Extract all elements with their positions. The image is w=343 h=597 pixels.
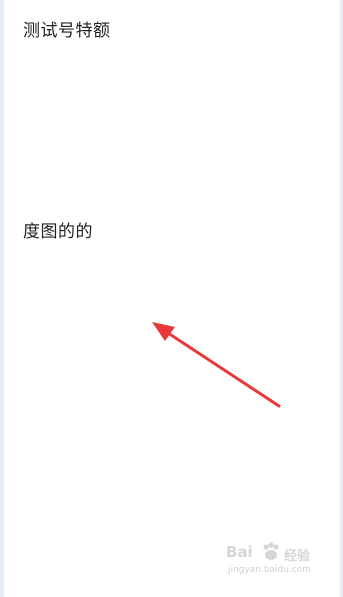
left-edge-border bbox=[0, 0, 4, 597]
paw-icon bbox=[263, 542, 279, 560]
watermark-brand: Bai bbox=[226, 543, 253, 561]
watermark-sub: 经验 bbox=[284, 549, 311, 564]
screen: 测试号特额 度图的的 Bai 经验 jingyan.baidu.com bbox=[0, 0, 343, 597]
red-annotation-arrow-icon bbox=[152, 322, 281, 408]
text-line-1: 测试号特额 bbox=[23, 21, 111, 41]
text-line-2: 度图的的 bbox=[23, 222, 93, 242]
baidu-jingyan-watermark: Bai 经验 jingyan.baidu.com bbox=[226, 541, 322, 581]
watermark-url: jingyan.baidu.com bbox=[228, 565, 312, 575]
